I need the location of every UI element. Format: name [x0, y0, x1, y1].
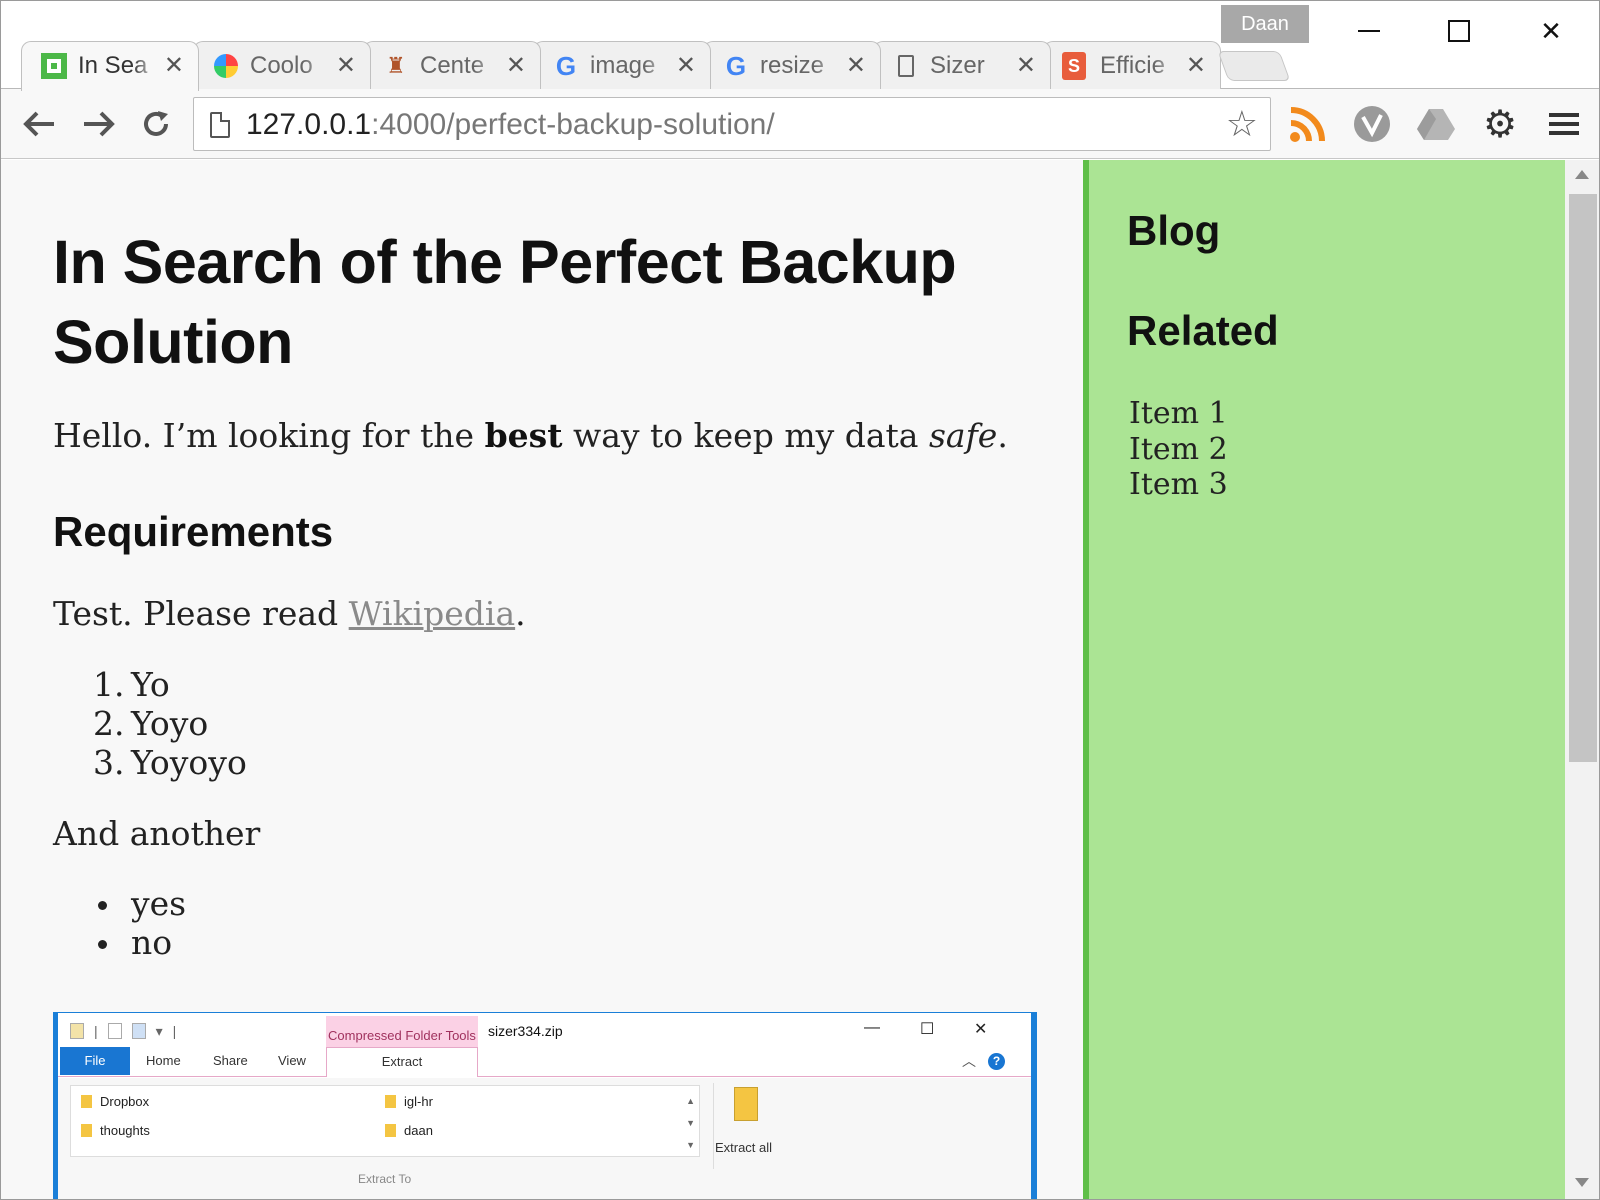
properties-icon: [107, 1023, 122, 1039]
s-logo-icon: S: [1062, 52, 1086, 80]
ribbon-tab-home: Home: [146, 1053, 181, 1068]
article-main: In Search of the Perfect Backup Solution…: [1, 160, 1083, 1199]
blog-heading: Blog: [1127, 207, 1221, 254]
browser-toolbar: 127.0.0.1:4000/perfect-backup-solution/ …: [1, 89, 1599, 159]
list-item: no: [98, 923, 172, 963]
bookmark-star-icon[interactable]: ☆: [1226, 106, 1258, 142]
rss-icon[interactable]: [1287, 103, 1329, 145]
sidebar-item-3[interactable]: Item 3: [1129, 467, 1228, 503]
group-label: Extract To: [358, 1172, 412, 1186]
requirements-heading: Requirements: [53, 508, 334, 555]
tab-sizer[interactable]: Sizer ✕: [873, 41, 1051, 89]
folder-icon: [70, 1023, 84, 1039]
chevron-up-icon: ︿: [962, 1053, 976, 1069]
ribbon-tab-view: View: [278, 1053, 306, 1068]
help-icon: ?: [988, 1053, 1005, 1070]
google-icon: G: [555, 50, 577, 81]
tab-close-icon[interactable]: ✕: [164, 51, 184, 81]
divider: |: [94, 1023, 98, 1039]
tab-efficient[interactable]: S Efficie ✕: [1043, 41, 1221, 89]
tab-strip: S Efficie ✕ Sizer ✕ G resize ✕ G image ✕…: [1, 39, 1599, 91]
sidebar-item-2[interactable]: Item 2: [1129, 432, 1228, 468]
tab-close-icon[interactable]: ✕: [1016, 51, 1036, 81]
list-item: thoughts: [81, 1123, 150, 1138]
explorer-screenshot-image: | ▾ | Compressed Folder Tools sizer334.z…: [53, 1012, 1037, 1199]
ribbon-tab-share: Share: [213, 1053, 248, 1068]
tab-close-icon[interactable]: ✕: [846, 51, 866, 81]
list-item: daan: [385, 1123, 433, 1138]
extract-all-button: Extract all: [713, 1083, 773, 1169]
maximize-icon: ☐: [920, 1021, 935, 1038]
list-item: yes: [98, 884, 186, 924]
destination-list: Dropbox thoughts igl-hr daan ▲ ▼ ▼: [70, 1085, 700, 1157]
vivaldi-icon[interactable]: [1351, 103, 1393, 145]
title-bar: Daan ✕ S Efficie ✕ Sizer ✕ G resize ✕ G …: [1, 1, 1599, 91]
italic-text: safe: [928, 416, 998, 455]
menu-icon[interactable]: [1543, 103, 1585, 145]
tab-close-icon[interactable]: ✕: [1186, 51, 1206, 81]
page-title: In Search of the Perfect Backup Solution: [53, 228, 957, 376]
new-folder-icon: [131, 1023, 146, 1039]
minimize-icon: —: [864, 1019, 880, 1036]
page-viewport: In Search of the Perfect Backup Solution…: [1, 160, 1599, 1199]
page-icon: [892, 52, 920, 80]
vertical-scrollbar[interactable]: [1565, 160, 1599, 1199]
google-icon: G: [725, 50, 747, 81]
bold-text: best: [484, 416, 563, 455]
browser-window: Daan ✕ S Efficie ✕ Sizer ✕ G resize ✕ G …: [0, 0, 1600, 1200]
wikipedia-link[interactable]: Wikipedia: [349, 594, 515, 633]
tab-close-icon[interactable]: ✕: [336, 51, 356, 81]
ribbon-tab-row: File Home Share View Extract ︿ ?: [58, 1047, 1031, 1077]
tab-resize[interactable]: G resize ✕: [703, 41, 881, 89]
tab-in-search[interactable]: In Sea ✕: [21, 41, 199, 91]
test-paragraph: Test. Please read Wikipedia.: [53, 594, 526, 633]
chevron-down-icon: ▾: [155, 1022, 163, 1039]
tab-close-icon[interactable]: ✕: [506, 51, 526, 81]
can-i-use-icon: ♜: [386, 53, 406, 78]
list-item: igl-hr: [385, 1094, 433, 1109]
tab-coolors[interactable]: Coolo ✕: [193, 41, 371, 89]
scroll-down-arrow-icon[interactable]: [1575, 1178, 1589, 1187]
tab-center[interactable]: ♜ Cente ✕: [363, 41, 541, 89]
green-square-icon: [40, 52, 68, 80]
url-text[interactable]: 127.0.0.1:4000/perfect-backup-solution/: [246, 108, 775, 142]
quick-access-toolbar: | ▾ |: [70, 1021, 176, 1041]
ribbon-tab-extract: Extract: [326, 1047, 478, 1077]
color-wheel-icon: [212, 52, 240, 80]
forward-arrow-icon[interactable]: [77, 103, 119, 145]
scroll-up-arrow-icon[interactable]: [1575, 170, 1589, 179]
divider: |: [172, 1023, 177, 1039]
ribbon-tab-file: File: [60, 1047, 130, 1075]
new-tab-button[interactable]: [1217, 51, 1291, 81]
ribbon-panel: Dropbox thoughts igl-hr daan ▲ ▼ ▼ Extract…: [58, 1078, 1031, 1199]
address-bar[interactable]: 127.0.0.1:4000/perfect-backup-solution/ …: [193, 97, 1271, 151]
intro-paragraph: Hello. I’m looking for the best way to k…: [53, 416, 1008, 455]
drive-icon[interactable]: [1415, 103, 1457, 145]
bullet-icon: [98, 901, 107, 910]
and-another-paragraph: And another: [53, 814, 261, 853]
page-info-icon[interactable]: [210, 112, 230, 138]
reload-icon[interactable]: [135, 103, 177, 145]
profile-button[interactable]: Daan: [1221, 5, 1309, 43]
tab-image[interactable]: G image ✕: [533, 41, 711, 89]
list-scroll-arrows: ▲ ▼ ▼: [686, 1096, 695, 1150]
sidebar-item-1[interactable]: Item 1: [1129, 396, 1228, 432]
bullet-icon: [98, 940, 107, 949]
related-heading: Related: [1127, 307, 1279, 354]
window-filename: sizer334.zip: [488, 1023, 563, 1039]
list-item: Dropbox: [81, 1094, 149, 1109]
close-icon: ✕: [974, 1021, 988, 1038]
tab-close-icon[interactable]: ✕: [676, 51, 696, 81]
back-arrow-icon[interactable]: [19, 103, 61, 145]
sidebar: Blog Related Item 1 Item 2 Item 3: [1083, 160, 1565, 1199]
scroll-thumb[interactable]: [1569, 194, 1597, 762]
gear-icon[interactable]: ⚙: [1479, 103, 1521, 146]
